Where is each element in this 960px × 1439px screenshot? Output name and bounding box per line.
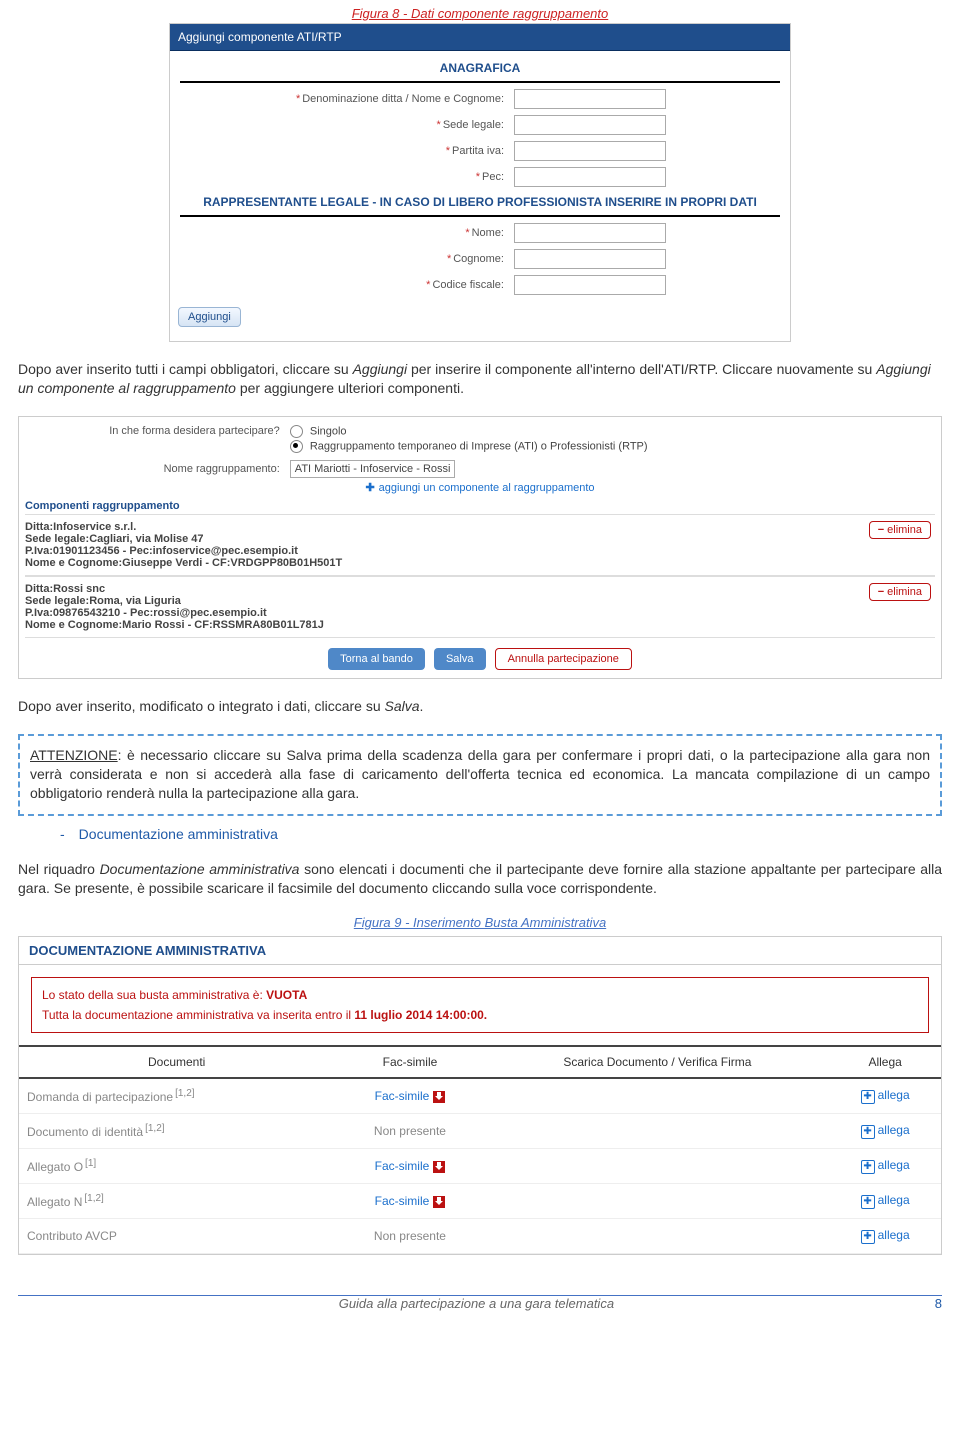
form-screenshot: Aggiungi componente ATI/RTP ANAGRAFICA *… bbox=[169, 23, 791, 342]
label-nome: Nome: bbox=[472, 227, 504, 239]
form-section-anagrafica: ANAGRAFICA bbox=[172, 61, 788, 75]
download-icon bbox=[433, 1161, 445, 1173]
attach-icon: ✚ bbox=[861, 1125, 875, 1139]
th-facsimile: Fac-simile bbox=[334, 1046, 485, 1078]
section-componenti: Componenti raggruppamento bbox=[25, 500, 935, 512]
table-row: Contributo AVCPNon presente✚allega bbox=[19, 1219, 941, 1254]
input-pec[interactable] bbox=[514, 167, 666, 187]
table-row: Allegato O[1]Fac-simile✚allega bbox=[19, 1149, 941, 1184]
subsection-doc-amm: -Documentazione amministrativa bbox=[60, 826, 960, 842]
opt-raggruppamento: Raggruppamento temporaneo di Imprese (AT… bbox=[310, 440, 648, 452]
label-cf: Codice fiscale: bbox=[432, 279, 504, 291]
minus-icon: − bbox=[878, 586, 884, 598]
label-piva: Partita iva: bbox=[452, 145, 504, 157]
page-number: 8 bbox=[935, 1296, 942, 1311]
doc-screenshot: DOCUMENTAZIONE AMMINISTRATIVA Lo stato d… bbox=[18, 936, 942, 1255]
paragraph-2: Dopo aver inserito, modificato o integra… bbox=[18, 697, 942, 716]
input-cf[interactable] bbox=[514, 275, 666, 295]
minus-icon: − bbox=[878, 524, 884, 536]
radio-raggruppamento[interactable] bbox=[290, 440, 303, 453]
download-icon bbox=[433, 1091, 445, 1103]
th-allega: Allega bbox=[829, 1046, 941, 1078]
raggruppamento-screenshot: In che forma desidera partecipare? Singo… bbox=[18, 416, 942, 679]
label-cognome: Cognome: bbox=[453, 253, 504, 265]
table-row: Domanda di partecipazione[1,2]Fac-simile… bbox=[19, 1078, 941, 1114]
componente-1: Ditta:Infoservice s.r.l. Sede legale:Cag… bbox=[25, 514, 935, 576]
label-nome-raggruppamento: Nome raggruppamento: bbox=[25, 463, 290, 475]
form-header: Aggiungi componente ATI/RTP bbox=[170, 24, 790, 51]
allega-link[interactable]: allega bbox=[878, 1123, 910, 1137]
input-cognome[interactable] bbox=[514, 249, 666, 269]
warning-box: ATTENZIONE: è necessario cliccare su Sal… bbox=[18, 734, 942, 816]
th-documenti: Documenti bbox=[19, 1046, 334, 1078]
paragraph-3: Nel riquadro Documentazione amministrati… bbox=[18, 860, 942, 898]
paragraph-1: Dopo aver inserito tutti i campi obbliga… bbox=[18, 360, 942, 398]
footer-title: Guida alla partecipazione a una gara tel… bbox=[339, 1296, 614, 1311]
plus-icon: ✚ bbox=[365, 482, 374, 494]
facsimile-link[interactable]: Fac-simile bbox=[375, 1089, 430, 1103]
input-nome[interactable] bbox=[514, 223, 666, 243]
opt-singolo: Singolo bbox=[310, 425, 347, 437]
allega-link[interactable]: allega bbox=[878, 1158, 910, 1172]
input-sede[interactable] bbox=[514, 115, 666, 135]
label-denominazione: Denominazione ditta / Nome e Cognome: bbox=[302, 93, 504, 105]
annulla-button[interactable]: Annulla partecipazione bbox=[495, 648, 632, 670]
doc-table: Documenti Fac-simile Scarica Documento /… bbox=[19, 1045, 941, 1254]
label-sede: Sede legale: bbox=[443, 119, 504, 131]
table-row: Documento di identità[1,2]Non presente✚a… bbox=[19, 1114, 941, 1149]
attach-icon: ✚ bbox=[861, 1195, 875, 1209]
aggiungi-button[interactable]: Aggiungi bbox=[178, 307, 241, 327]
doc-header: DOCUMENTAZIONE AMMINISTRATIVA bbox=[19, 937, 941, 965]
doc-alert: Lo stato della sua busta amministrativa … bbox=[31, 977, 929, 1033]
label-forma: In che forma desidera partecipare? bbox=[25, 425, 290, 437]
elimina-button-1[interactable]: −elimina bbox=[869, 521, 931, 539]
label-pec: Pec: bbox=[482, 171, 504, 183]
th-scarica: Scarica Documento / Verifica Firma bbox=[486, 1046, 830, 1078]
torna-button[interactable]: Torna al bando bbox=[328, 648, 425, 670]
allega-link[interactable]: allega bbox=[878, 1193, 910, 1207]
input-nome-raggruppamento[interactable]: ATI Mariotti - Infoservice - Rossi bbox=[290, 460, 456, 478]
facsimile-link[interactable]: Fac-simile bbox=[375, 1194, 430, 1208]
figure8-caption: Figura 8 - Dati componente raggruppament… bbox=[0, 6, 960, 21]
allega-link[interactable]: allega bbox=[878, 1088, 910, 1102]
input-piva[interactable] bbox=[514, 141, 666, 161]
figure9-caption: Figura 9 - Inserimento Busta Amministrat… bbox=[0, 915, 960, 930]
componente-2: Ditta:Rossi snc Sede legale:Roma, via Li… bbox=[25, 576, 935, 638]
attach-icon: ✚ bbox=[861, 1090, 875, 1104]
input-denominazione[interactable] bbox=[514, 89, 666, 109]
add-componente-link[interactable]: ✚aggiungi un componente al raggruppament… bbox=[25, 481, 935, 494]
salva-button[interactable]: Salva bbox=[434, 648, 486, 670]
table-row: Allegato N[1,2]Fac-simile✚allega bbox=[19, 1184, 941, 1219]
attach-icon: ✚ bbox=[861, 1230, 875, 1244]
form-section-rappresentante: RAPPRESENTANTE LEGALE - IN CASO DI LIBER… bbox=[172, 195, 788, 209]
radio-singolo[interactable] bbox=[290, 425, 303, 438]
facsimile-link[interactable]: Fac-simile bbox=[375, 1159, 430, 1173]
download-icon bbox=[433, 1196, 445, 1208]
elimina-button-2[interactable]: −elimina bbox=[869, 583, 931, 601]
attach-icon: ✚ bbox=[861, 1160, 875, 1174]
allega-link[interactable]: allega bbox=[878, 1228, 910, 1242]
